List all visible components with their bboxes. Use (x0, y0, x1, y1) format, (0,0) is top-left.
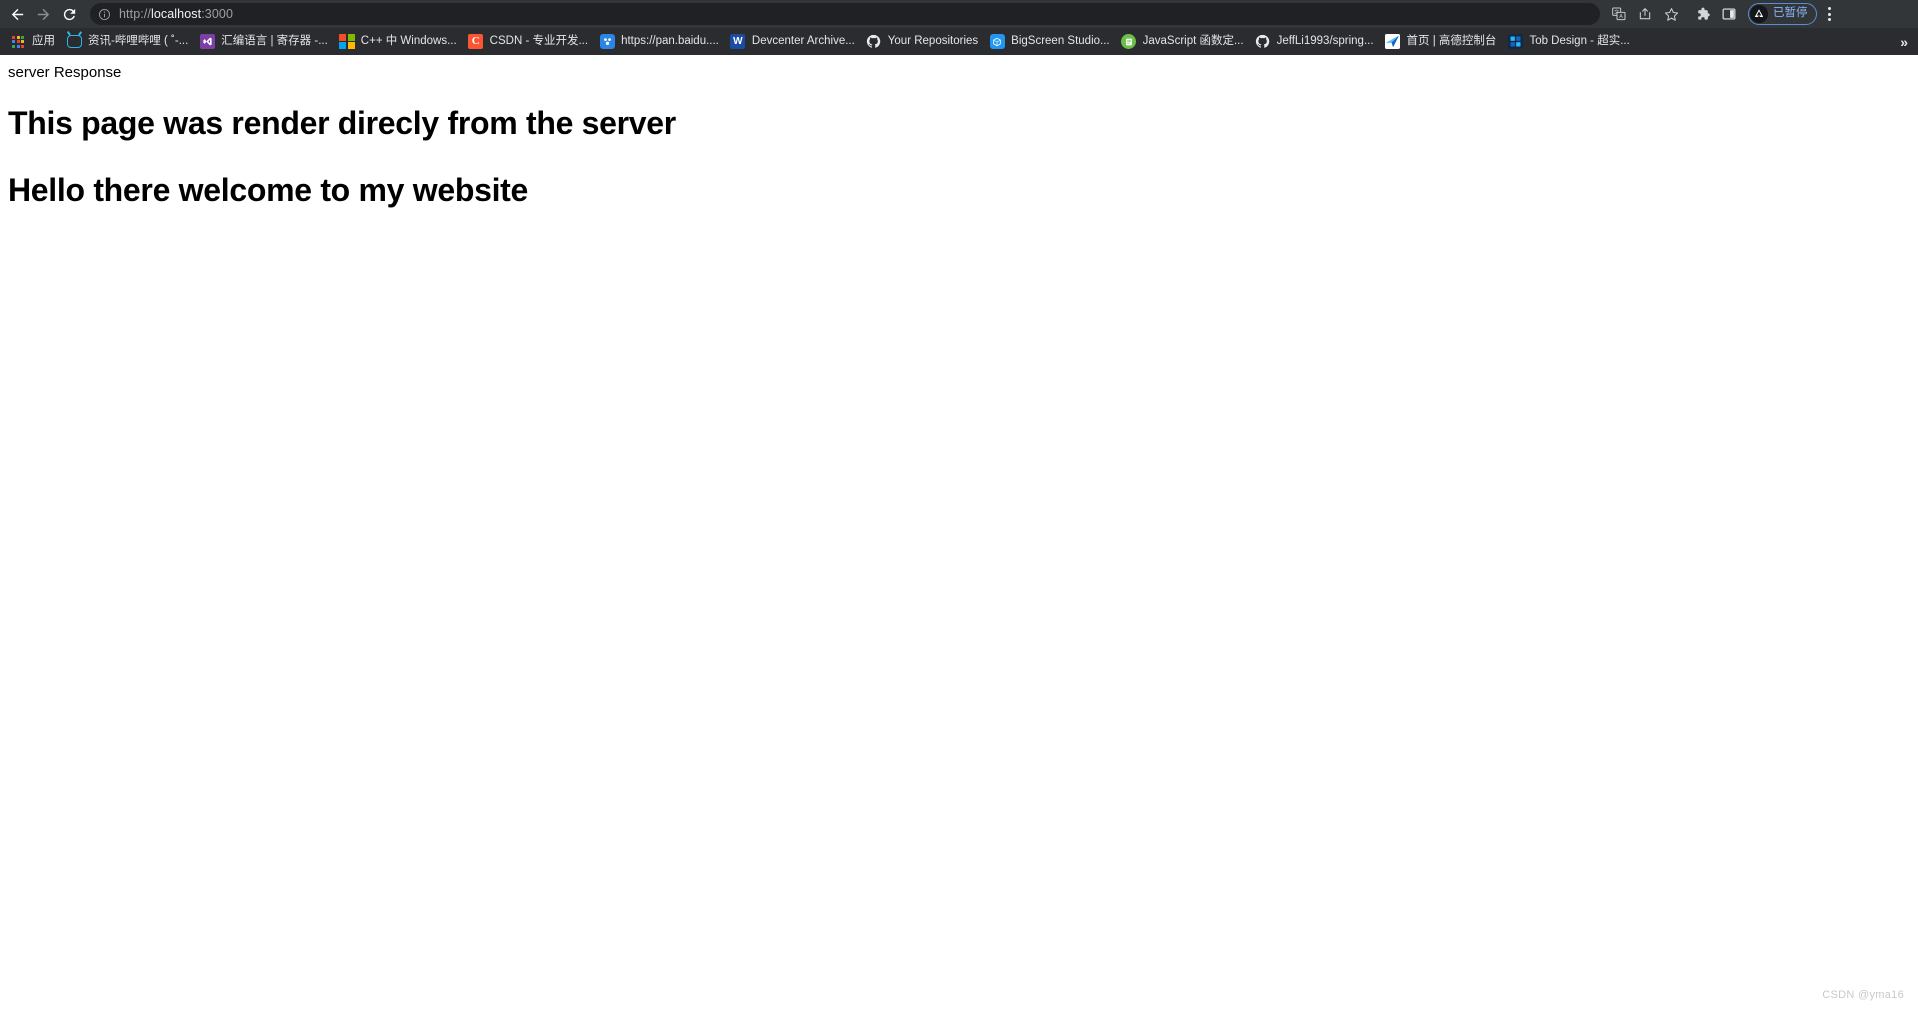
bookmark-item-cpp-windows[interactable]: C++ 中 Windows... (335, 31, 464, 52)
reload-button[interactable] (56, 1, 82, 27)
bookmarks-overflow-button[interactable]: » (1900, 28, 1908, 55)
profile-button[interactable]: 已暂停 (1748, 3, 1817, 25)
bookmarks-bar: 应用 资讯-哔哩哔哩 ( ˚-... 汇编语言 | 寄存器 -... C++ 中… (0, 28, 1918, 55)
bookmark-item-devcenter-archive[interactable]: W Devcenter Archive... (726, 31, 862, 52)
bookmark-item-baidu-pan[interactable]: https://pan.baidu.... (595, 31, 726, 52)
page-content: server Response This page was render dir… (0, 55, 1918, 1011)
address-bar-url: http://localhost:3000 (119, 3, 233, 25)
bookmark-label: 应用 (32, 35, 55, 47)
browser-window: http://localhost:3000 文 A (0, 0, 1918, 1011)
bigscreen-icon (989, 34, 1005, 50)
url-port: :3000 (201, 7, 233, 21)
menu-dot (1828, 7, 1831, 10)
menu-dot (1828, 18, 1831, 21)
translate-icon[interactable]: 文 A (1606, 1, 1632, 27)
bookmark-label: CSDN - 专业开发... (489, 35, 589, 47)
github-icon (1255, 34, 1271, 50)
microsoft-icon (339, 33, 355, 50)
bookmark-label: C++ 中 Windows... (360, 35, 457, 47)
url-scheme: http:// (119, 7, 151, 21)
menu-dot (1828, 12, 1831, 16)
url-host: localhost (150, 7, 202, 21)
page-heading-primary: This page was render direcly from the se… (8, 105, 676, 142)
bookmark-label: https://pan.baidu.... (621, 35, 719, 47)
bookmark-label: Devcenter Archive... (751, 35, 855, 47)
profile-avatar (1750, 5, 1768, 23)
site-info-icon[interactable] (97, 7, 111, 21)
forward-button[interactable] (30, 1, 56, 27)
tob-design-icon (1507, 34, 1523, 50)
bookmark-label: JeffLi1993/spring... (1276, 35, 1374, 47)
bookmark-item-bigscreen-studio[interactable]: BigScreen Studio... (985, 31, 1116, 52)
csdn-icon: C (468, 34, 484, 50)
back-button[interactable] (4, 1, 30, 27)
bookmark-item-csdn[interactable]: C CSDN - 专业开发... (464, 31, 595, 52)
apps-grid-icon (10, 34, 26, 50)
javascript-doc-icon (1121, 34, 1137, 50)
bookmark-item-jeffli-spring[interactable]: JeffLi1993/spring... (1251, 31, 1381, 52)
bookmark-item-apps[interactable]: 应用 (6, 31, 62, 52)
bookmark-label: Your Repositories (887, 35, 979, 47)
bookmark-label: BigScreen Studio... (1011, 35, 1110, 47)
page-heading-secondary: Hello there welcome to my website (8, 171, 529, 208)
extensions-puzzle-icon[interactable] (1690, 1, 1716, 27)
amap-icon (1385, 34, 1401, 50)
bookmark-label: 首页 | 高德控制台 (1406, 35, 1497, 47)
bookmark-item-bilibili[interactable]: 资讯-哔哩哔哩 ( ˚-... (62, 31, 195, 52)
toolbar-actions: 文 A (1606, 1, 1841, 27)
server-response-text: server Response (8, 64, 122, 81)
bookmark-label: 汇编语言 | 寄存器 -... (221, 35, 328, 47)
visual-studio-icon (199, 34, 215, 50)
bookmark-star-icon[interactable] (1658, 1, 1684, 27)
bookmark-item-your-repositories[interactable]: Your Repositories (862, 31, 985, 52)
bookmark-item-javascript-function[interactable]: JavaScript 函数定... (1117, 31, 1251, 52)
address-bar[interactable]: http://localhost:3000 (90, 3, 1600, 25)
browser-toolbar: http://localhost:3000 文 A (0, 0, 1918, 28)
bookmark-label: JavaScript 函数定... (1142, 35, 1244, 47)
watermark: CSDN @yma16 (1822, 989, 1904, 1001)
bookmark-label: Tob Design - 超实... (1529, 35, 1630, 47)
profile-status-label: 已暂停 (1773, 7, 1808, 20)
github-icon (866, 34, 882, 50)
bookmark-item-amap-console[interactable]: 首页 | 高德控制台 (1381, 31, 1504, 52)
word-w-icon: W (730, 34, 746, 50)
bookmark-item-tob-design[interactable]: Tob Design - 超实... (1503, 31, 1636, 52)
chrome-menu-button[interactable] (1819, 1, 1841, 27)
bookmark-label: 资讯-哔哩哔哩 ( ˚-... (88, 35, 189, 47)
bookmark-item-assembly-registers[interactable]: 汇编语言 | 寄存器 -... (195, 31, 335, 52)
baidu-pan-icon (599, 34, 615, 50)
side-panel-icon[interactable] (1716, 1, 1742, 27)
share-icon[interactable] (1632, 1, 1658, 27)
bilibili-icon (66, 34, 82, 50)
svg-text:A: A (1619, 14, 1623, 20)
